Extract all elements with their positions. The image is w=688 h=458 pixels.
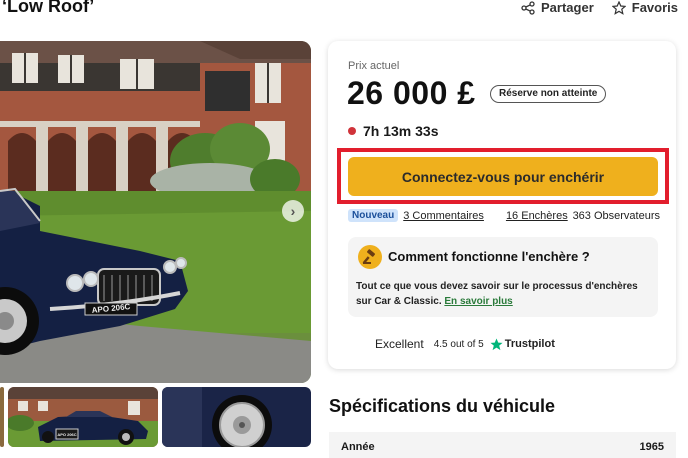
share-icon: [521, 0, 535, 15]
new-badge: Nouveau: [348, 209, 399, 222]
star-icon: [611, 0, 626, 15]
spec-value: 1965: [639, 441, 664, 453]
thumbnail-1[interactable]: [0, 387, 4, 447]
current-price-label: Prix actuel: [348, 60, 400, 72]
specs-title: Spécifications du véhicule: [329, 396, 556, 416]
watchers-count: 363 Observateurs: [572, 209, 660, 222]
spec-label: Année: [341, 441, 375, 453]
trustpilot-brand: Trustpilot: [504, 338, 555, 350]
gavel-icon: [358, 245, 382, 269]
page-title: ‘Low Roof’: [2, 0, 95, 16]
bid-card: Prix actuel 26 000 £ Réserve non atteint…: [328, 41, 676, 369]
auction-stats: Nouveau 3 Commentaires 16 Enchères 363 O…: [348, 209, 660, 222]
current-price: 26 000 £: [347, 75, 476, 111]
countdown-timer: 7h 13m 33s: [348, 123, 439, 139]
trustpilot-star-icon: [490, 337, 503, 350]
comments-link[interactable]: 3 Commentaires: [403, 210, 484, 222]
how-it-works-text: Tout ce que vous devez savoir sur le pro…: [356, 279, 652, 309]
chevron-right-icon: ›: [290, 203, 296, 219]
trustpilot-logo: Trustpilot: [490, 337, 555, 351]
thumbnail-2[interactable]: APO 206C: [8, 387, 158, 447]
time-left: 7h 13m 33s: [363, 123, 439, 139]
trustpilot-score: 4.5 out of 5: [433, 338, 484, 350]
live-dot-icon: [348, 127, 356, 135]
share-label: Partager: [541, 0, 594, 15]
thumbnail-license-plate: APO 206C: [57, 432, 77, 437]
login-to-bid-button[interactable]: Connectez-vous pour enchérir: [348, 157, 658, 196]
how-auction-works-box: Comment fonctionne l'enchère ? Tout ce q…: [348, 237, 658, 317]
reserve-badge: Réserve non atteinte: [490, 85, 607, 103]
favorites-button[interactable]: Favoris: [611, 0, 678, 15]
next-photo-button[interactable]: ›: [282, 200, 304, 222]
favorites-label: Favoris: [631, 0, 678, 15]
bids-link[interactable]: 16 Enchères: [506, 210, 568, 222]
main-car-photo[interactable]: APO 206C: [0, 41, 311, 383]
thumbnail-3[interactable]: [162, 387, 311, 447]
share-button[interactable]: Partager: [521, 0, 594, 15]
trustpilot-widget[interactable]: Excellent 4.5 out of 5 Trustpilot: [375, 337, 555, 351]
learn-more-link[interactable]: En savoir plus: [444, 296, 512, 307]
how-it-works-title: Comment fonctionne l'enchère ?: [388, 249, 590, 264]
spec-row-year: Année 1965: [329, 432, 676, 458]
trustpilot-rating-word: Excellent: [375, 337, 424, 351]
top-actions: Partager Favoris: [521, 0, 678, 15]
